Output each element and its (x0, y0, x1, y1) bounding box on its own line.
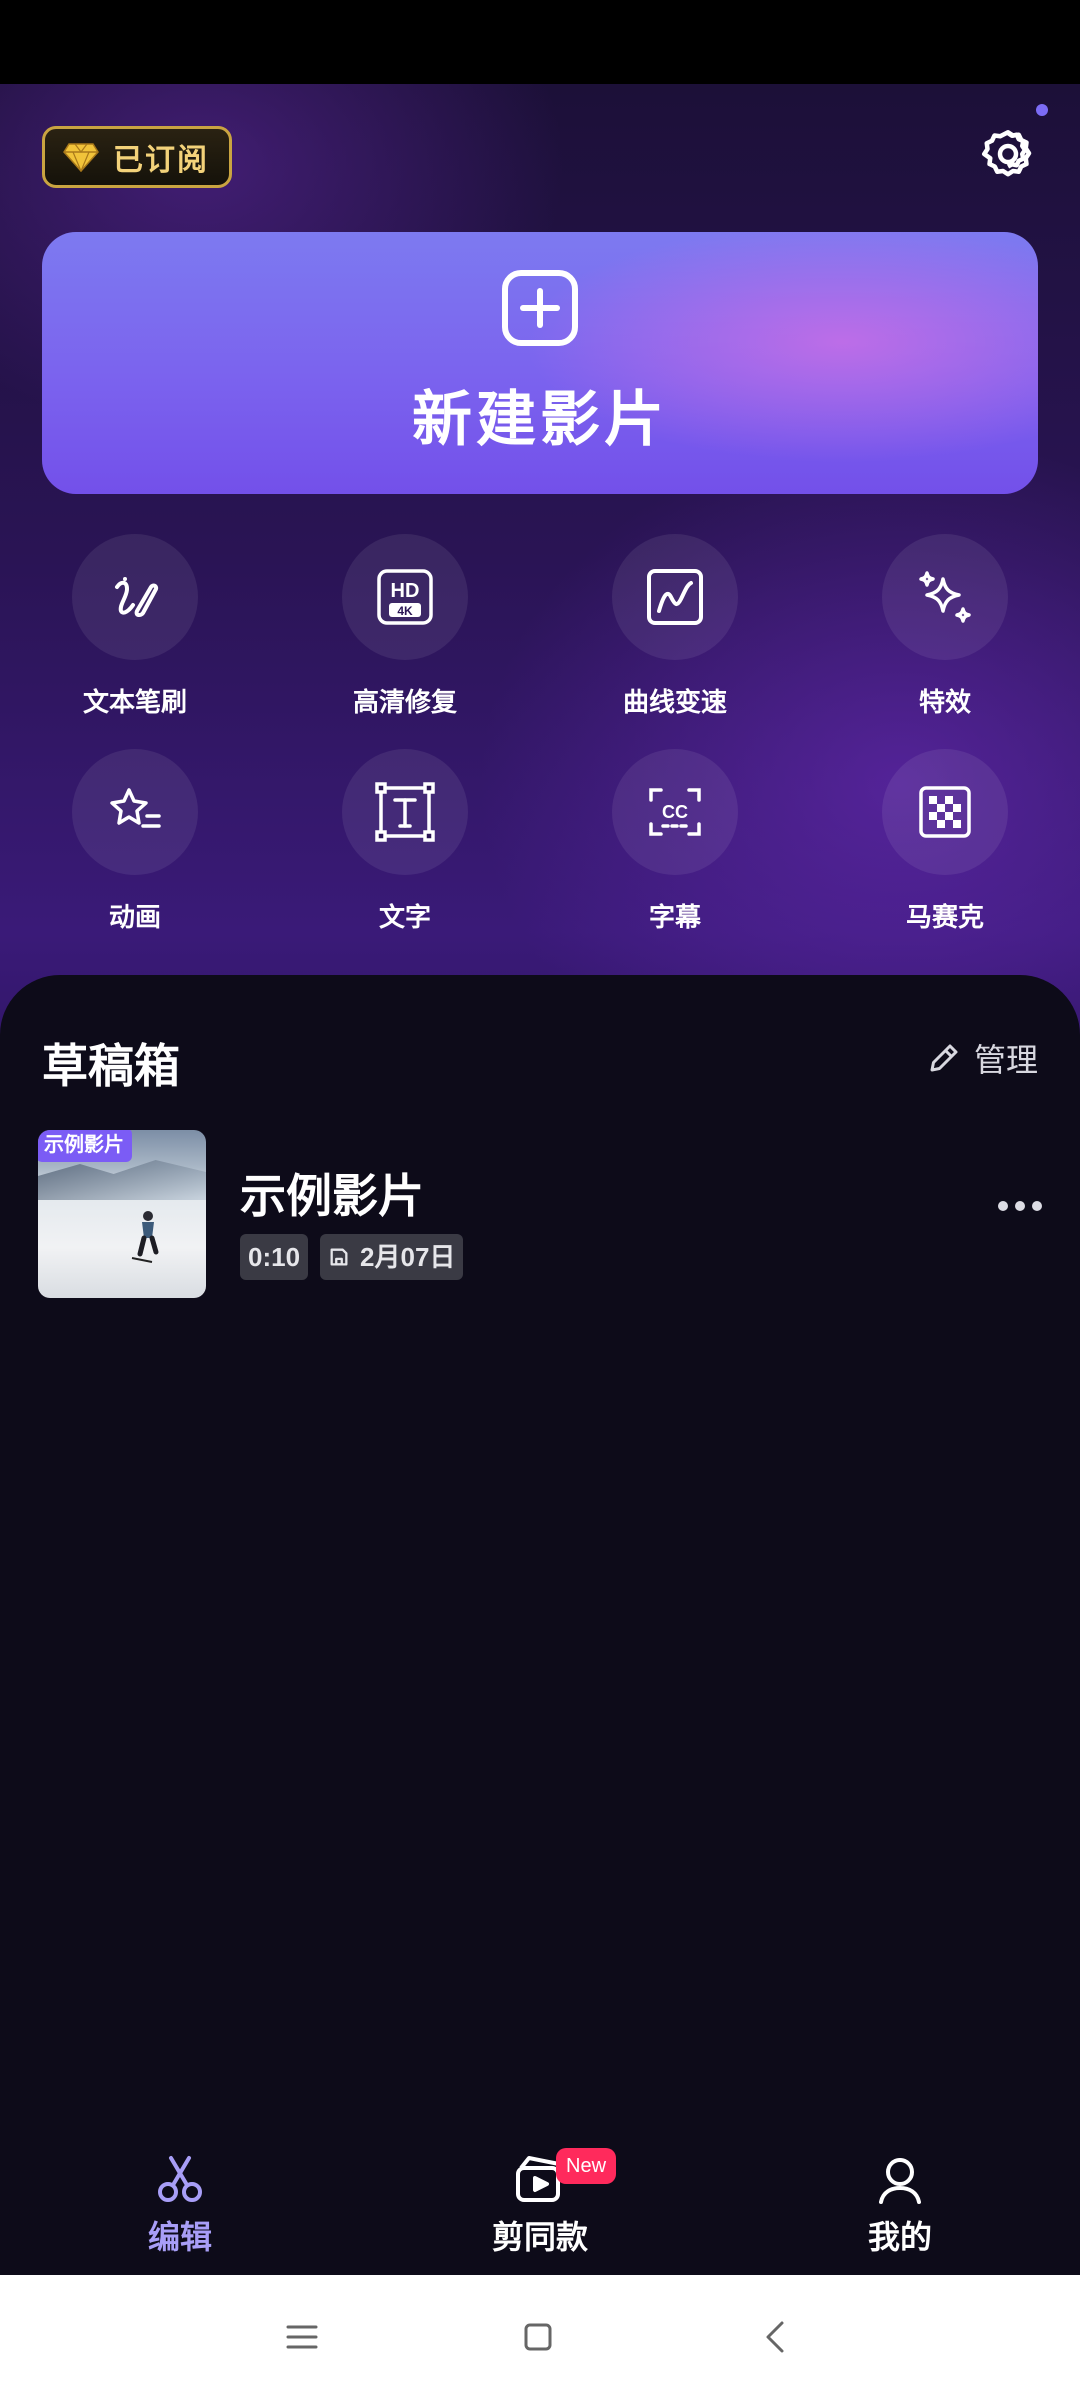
plus-square-icon (502, 269, 578, 346)
tool-icon-circle (342, 749, 468, 875)
tool-label: 高清修复 (352, 687, 457, 717)
tool-icon-circle (882, 749, 1008, 875)
duration-text: 0:10 (248, 1242, 301, 1272)
bottom-nav: 编辑 New 剪同款 我的 (0, 2130, 1080, 2275)
tool-icon-circle (72, 749, 198, 875)
duration-chip: 0:10 (240, 1234, 309, 1280)
pencil-icon (930, 1044, 958, 1072)
system-nav-bar (0, 2275, 1080, 2400)
tool-icon-circle: HD 4K (342, 534, 468, 660)
tool-label: 曲线变速 (622, 687, 727, 717)
tool-text[interactable]: 文字 (270, 749, 540, 934)
cc-icon: CC (649, 788, 701, 836)
tool-label: 文本笔刷 (82, 687, 187, 717)
skier-figure (131, 1211, 159, 1263)
tool-icon-circle: CC (612, 749, 738, 875)
tool-label: 特效 (918, 687, 971, 717)
sample-tag: 示例影片 (38, 1130, 132, 1162)
tool-curve-speed[interactable]: 曲线变速 (540, 534, 810, 719)
tool-label: 马赛克 (905, 902, 984, 932)
date-text: 2月07日 (360, 1242, 456, 1272)
mosaic-icon (919, 786, 971, 838)
nav-label: 我的 (867, 2219, 932, 2255)
tool-icon-circle (72, 534, 198, 660)
tool-effects[interactable]: 特效 (810, 534, 1080, 719)
draft-item[interactable]: 示例影片 示例影片 0:10 2月07日 (38, 1130, 1042, 1300)
draft-name: 示例影片 (240, 1170, 424, 1222)
new-badge: New (556, 2148, 617, 2184)
manage-button[interactable]: 管理 (926, 1035, 1038, 1081)
nav-label: 剪同款 (491, 2219, 588, 2255)
home-icon[interactable] (518, 2317, 558, 2357)
tool-icon-circle (612, 534, 738, 660)
nav-label: 编辑 (147, 2219, 212, 2255)
nav-profile[interactable]: 我的 (800, 2152, 1000, 2258)
tool-subtitles[interactable]: CC 字幕 (540, 749, 810, 934)
hd-4k-icon: HD 4K (377, 569, 433, 625)
date-chip: 2月07日 (320, 1234, 464, 1280)
nav-edit[interactable]: 编辑 (80, 2152, 280, 2258)
sparkles-icon (919, 571, 971, 623)
nav-templates[interactable]: New 剪同款 (440, 2148, 640, 2258)
back-icon[interactable] (756, 2317, 796, 2357)
new-movie-label: 新建影片 (412, 385, 668, 453)
tool-mosaic[interactable]: 马赛克 (810, 749, 1080, 934)
svg-text:CC: CC (662, 802, 688, 822)
svg-text:HD: HD (391, 580, 420, 602)
mountain-ridge (38, 1160, 206, 1200)
svg-text:4K: 4K (397, 604, 413, 618)
subscription-badge[interactable]: 已订阅 (42, 126, 232, 188)
text-brush-icon (115, 577, 159, 618)
subscription-label: 已订阅 (113, 144, 209, 177)
tool-label: 动画 (108, 902, 161, 932)
star-animation-icon (110, 788, 161, 828)
tool-animation[interactable]: 动画 (0, 749, 270, 934)
status-bar (0, 0, 1080, 84)
diamond-icon (63, 143, 99, 172)
save-icon (330, 1248, 348, 1266)
notification-dot (1036, 104, 1048, 116)
text-box-icon (375, 782, 435, 842)
draft-thumbnail[interactable]: 示例影片 (38, 1130, 206, 1298)
tool-icon-circle (882, 534, 1008, 660)
tool-text-brush[interactable]: 文本笔刷 (0, 534, 270, 719)
draft-meta: 0:10 2月07日 (240, 1234, 475, 1280)
drafts-title: 草稿箱 (42, 1040, 180, 1092)
tool-label: 文字 (378, 902, 431, 932)
new-movie-button[interactable]: 新建影片 (42, 232, 1038, 494)
scissors-icon (158, 2156, 202, 2202)
manage-label: 管理 (973, 1042, 1038, 1078)
gear-icon[interactable] (978, 126, 1038, 186)
tool-hd-repair[interactable]: HD 4K 高清修复 (270, 534, 540, 719)
drafts-panel: 草稿箱 管理 示例影片 示例影片 0:10 2月07日 (0, 975, 1080, 2275)
menu-icon[interactable] (282, 2317, 322, 2357)
person-icon (879, 2158, 921, 2204)
more-options-icon[interactable] (998, 1196, 1042, 1216)
tool-label: 字幕 (648, 902, 701, 932)
curve-speed-icon (647, 569, 703, 625)
